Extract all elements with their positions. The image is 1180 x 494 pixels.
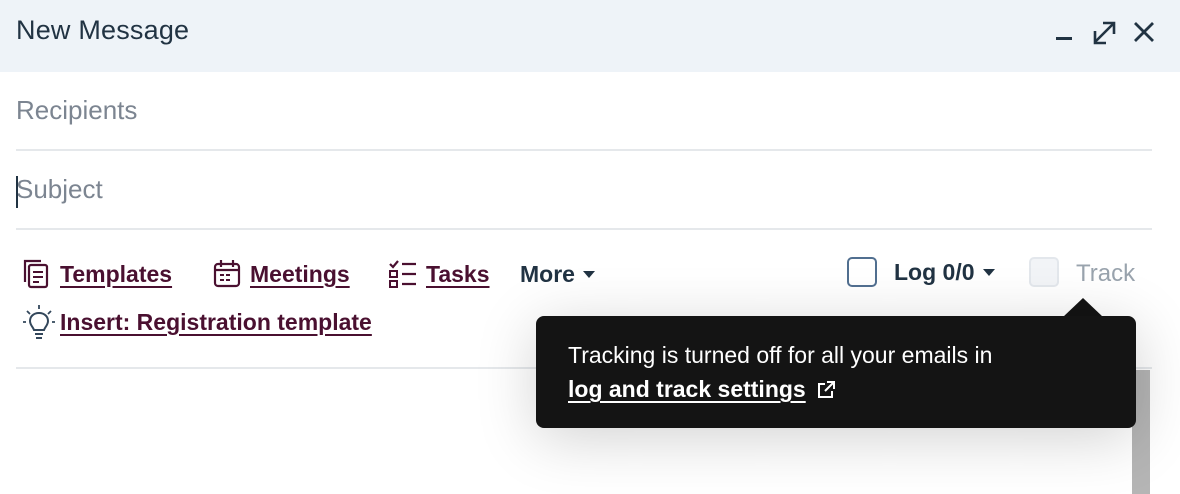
close-icon <box>1134 22 1154 42</box>
caret-down-icon <box>982 269 995 276</box>
minimize-icon <box>1056 37 1072 40</box>
subject-input[interactable] <box>16 151 1152 228</box>
templates-icon <box>23 259 49 289</box>
tracking-tooltip: Tracking is turned off for all your emai… <box>536 316 1136 428</box>
close-button[interactable] <box>1131 18 1157 46</box>
text-cursor <box>16 176 18 208</box>
templates-button[interactable]: Templates <box>22 258 172 290</box>
more-dropdown[interactable]: More <box>520 261 595 288</box>
lightbulb-icon <box>23 305 55 339</box>
tooltip-settings-link[interactable]: log and track settings <box>568 376 1116 403</box>
insert-template-label: Insert: Registration template <box>60 308 372 335</box>
log-label: Log 0/0 <box>894 259 975 285</box>
track-label: Track <box>1076 260 1136 287</box>
recipients-row <box>16 72 1152 151</box>
expand-icon <box>1093 21 1116 45</box>
caret-down-icon <box>582 271 595 278</box>
meetings-button[interactable]: Meetings <box>212 258 350 290</box>
track-checkbox[interactable] <box>1029 257 1059 287</box>
tooltip-link-label: log and track settings <box>568 376 806 402</box>
insert-template-suggestion[interactable]: Insert: Registration template <box>22 304 372 340</box>
expand-button[interactable] <box>1091 18 1117 46</box>
tasks-button[interactable]: Tasks <box>388 258 490 290</box>
tasks-label: Tasks <box>426 260 490 287</box>
checklist-icon <box>389 260 416 288</box>
tooltip-text: Tracking is turned off for all your emai… <box>568 342 993 368</box>
recipients-input[interactable] <box>16 72 1152 149</box>
window-title: New Message <box>16 15 190 45</box>
more-label: More <box>520 261 575 287</box>
calendar-icon <box>213 260 241 288</box>
external-link-icon <box>817 380 835 398</box>
compose-header: New Message <box>0 0 1180 72</box>
subject-row <box>16 151 1152 230</box>
templates-label: Templates <box>60 260 173 287</box>
minimize-button[interactable] <box>1051 18 1077 46</box>
tooltip-arrow <box>1063 298 1103 317</box>
meetings-label: Meetings <box>250 260 350 287</box>
log-checkbox[interactable] <box>847 257 877 287</box>
log-dropdown[interactable]: Log 0/0 <box>894 259 995 286</box>
